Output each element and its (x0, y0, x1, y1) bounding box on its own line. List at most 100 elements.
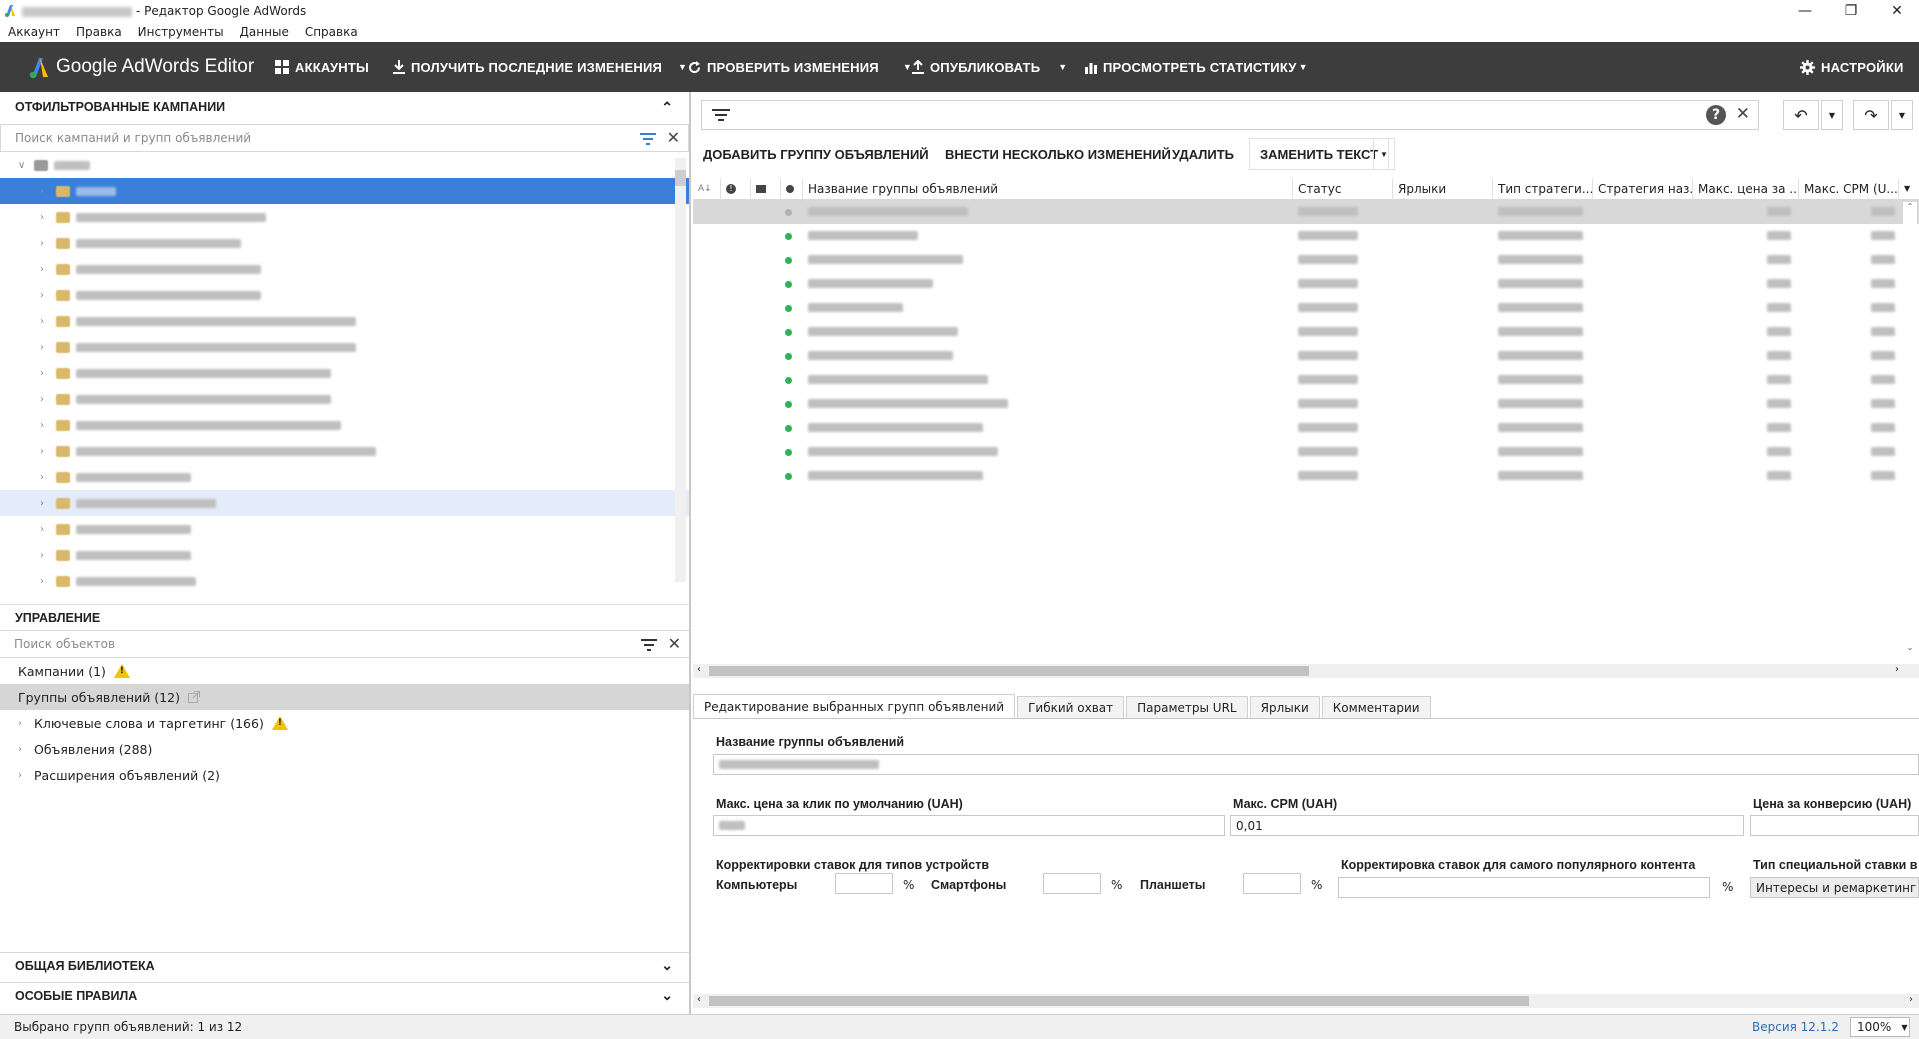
check-changes-button[interactable]: ПРОВЕРИТЬ ИЗМЕНЕНИЯ ▼ (688, 42, 912, 92)
tree-campaign-item[interactable]: › (0, 360, 689, 386)
clear-filter-icon[interactable]: ✕ (1736, 104, 1750, 124)
status-dot-column-header[interactable] (781, 177, 803, 200)
table-row[interactable] (693, 440, 1919, 464)
comment-column-header[interactable] (751, 177, 781, 200)
tree-campaign-item[interactable]: › (0, 438, 689, 464)
menu-item-data[interactable]: Данные (240, 25, 289, 39)
table-row[interactable] (693, 248, 1919, 272)
tab-url-options[interactable]: Параметры URL (1126, 696, 1248, 718)
tree-campaign-item[interactable]: › (0, 204, 689, 230)
scroll-up-icon[interactable]: ⌃ (1903, 202, 1917, 211)
expand-chevron-icon[interactable]: › (40, 498, 50, 509)
error-column-header[interactable]: ! (721, 177, 751, 200)
grid-hscrollbar[interactable]: ‹ › (693, 664, 1919, 678)
undo-button[interactable]: ↶ (1783, 100, 1819, 130)
table-row[interactable] (693, 272, 1919, 296)
expand-chevron-icon[interactable]: › (40, 342, 50, 353)
custom-rules-header[interactable]: ОСОБЫЕ ПРАВИЛА ⌄ (0, 982, 689, 1008)
get-changes-button[interactable]: ПОЛУЧИТЬ ПОСЛЕДНИЕ ИЗМЕНЕНИЯ ▼ (393, 42, 687, 92)
tree-campaign-item[interactable]: › (0, 464, 689, 490)
filter-icon[interactable] (641, 639, 657, 651)
collapse-chevron-icon[interactable]: ∨ (18, 160, 28, 171)
table-row[interactable] (693, 368, 1919, 392)
settings-button[interactable]: НАСТРОЙКИ (1800, 42, 1904, 92)
table-row[interactable] (693, 344, 1919, 368)
expand-chevron-icon[interactable]: › (40, 186, 50, 197)
expand-chevron-icon[interactable]: › (40, 576, 50, 587)
filtered-campaigns-header[interactable]: ОТФИЛЬТРОВАННЫЕ КАМПАНИИ ⌃ (0, 94, 689, 120)
table-row[interactable] (693, 200, 1919, 224)
expand-chevron-icon[interactable]: › (40, 264, 50, 275)
expand-chevron-icon[interactable]: › (18, 744, 28, 755)
check-changes-dropdown-icon[interactable]: ▼ (903, 62, 912, 72)
menu-item-tools[interactable]: Инструменты (138, 25, 224, 39)
tab-edit-selected[interactable]: Редактирование выбранных групп объявлени… (693, 694, 1016, 718)
help-icon[interactable]: ? (1706, 105, 1726, 125)
tab-flexible-reach[interactable]: Гибкий охват (1017, 696, 1125, 718)
expand-chevron-icon[interactable]: › (40, 472, 50, 483)
tree-campaign-item[interactable]: › (0, 516, 689, 542)
tree-campaign-item[interactable]: › (0, 282, 689, 308)
expand-chevron-icon[interactable]: › (40, 238, 50, 249)
max-cpc-input[interactable] (713, 815, 1225, 836)
shared-library-header[interactable]: ОБЩАЯ БИБЛИОТЕКА ⌄ (0, 952, 689, 978)
scroll-right-icon[interactable]: › (1895, 664, 1899, 675)
expand-chevron-icon[interactable]: › (40, 290, 50, 301)
publish-button[interactable]: ОПУБЛИКОВАТЬ ▼ (912, 42, 1067, 92)
grid-vscrollbar[interactable]: ⌃ ⌄ (1903, 202, 1917, 652)
tab-comments[interactable]: Комментарии (1321, 696, 1431, 718)
expand-chevron-icon[interactable]: › (18, 770, 28, 781)
restore-button[interactable]: ❐ (1828, 0, 1874, 22)
computers-bid-input[interactable] (835, 873, 893, 894)
expand-chevron-icon[interactable]: › (18, 718, 28, 729)
tree-scrollbar[interactable] (675, 158, 686, 582)
clear-search-icon[interactable]: ✕ (668, 634, 681, 653)
publish-dropdown-icon[interactable]: ▼ (1058, 62, 1067, 72)
external-link-icon[interactable] (187, 691, 200, 703)
tree-campaign-item[interactable]: › (0, 308, 689, 334)
accounts-button[interactable]: АККАУНТЫ (275, 42, 369, 92)
table-row[interactable] (693, 392, 1919, 416)
redo-dropdown-button[interactable]: ▼ (1891, 100, 1913, 130)
tree-campaign-item[interactable]: › (0, 542, 689, 568)
version-link[interactable]: Версия 12.1.2 (1752, 1020, 1839, 1034)
tree-campaign-item[interactable]: › (0, 386, 689, 412)
expand-chevron-icon[interactable]: › (40, 524, 50, 535)
col-labels[interactable]: Ярлыки (1393, 177, 1493, 200)
expand-chevron-icon[interactable]: › (40, 394, 50, 405)
tree-campaign-item[interactable]: › (0, 256, 689, 282)
smartphones-bid-input[interactable] (1043, 873, 1101, 894)
column-chooser-icon[interactable]: ▼ (1899, 178, 1919, 200)
scroll-down-icon[interactable]: ⌄ (1903, 643, 1917, 652)
mgmt-item-ads[interactable]: › Объявления (288) (0, 736, 689, 762)
grid-hscroll-thumb[interactable] (709, 666, 1309, 676)
table-row[interactable] (693, 320, 1919, 344)
col-max-cpc[interactable]: Макс. цена за ... (1693, 177, 1799, 200)
mgmt-item-campaigns[interactable]: Кампании (1) (0, 658, 689, 684)
tree-campaign-item[interactable]: › (0, 230, 689, 256)
form-hscroll-thumb[interactable] (709, 996, 1529, 1006)
undo-dropdown-button[interactable]: ▼ (1821, 100, 1843, 130)
tree-campaign-item[interactable]: › (0, 178, 689, 204)
tree-campaign-item[interactable]: › (0, 490, 689, 516)
object-search-input[interactable]: Поиск объектов ✕ (0, 630, 689, 658)
scroll-left-icon[interactable]: ‹ (697, 664, 701, 675)
expand-chevron-icon[interactable]: ⌄ (661, 957, 673, 974)
menu-item-help[interactable]: Справка (305, 25, 358, 39)
sort-column-header[interactable]: A↓ (693, 177, 721, 200)
multi-edit-button[interactable]: ВНЕСТИ НЕСКОЛЬКО ИЗМЕНЕНИЙ (935, 138, 1181, 170)
group-name-input[interactable] (713, 754, 1919, 775)
table-row[interactable] (693, 416, 1919, 440)
menu-item-account[interactable]: Аккаунт (8, 25, 60, 39)
clear-search-icon[interactable]: ✕ (667, 128, 680, 147)
table-row[interactable] (693, 464, 1919, 488)
get-changes-dropdown-icon[interactable]: ▼ (678, 62, 687, 72)
scroll-right-icon[interactable]: › (1909, 994, 1913, 1005)
expand-chevron-icon[interactable]: › (40, 316, 50, 327)
cpa-input[interactable] (1750, 815, 1919, 836)
col-max-cpm[interactable]: Макс. CPM (U... (1799, 177, 1899, 200)
popular-content-bid-input[interactable] (1338, 877, 1710, 898)
scroll-left-icon[interactable]: ‹ (697, 994, 701, 1005)
close-window-button[interactable]: ✕ (1874, 0, 1919, 22)
expand-chevron-icon[interactable]: › (40, 368, 50, 379)
